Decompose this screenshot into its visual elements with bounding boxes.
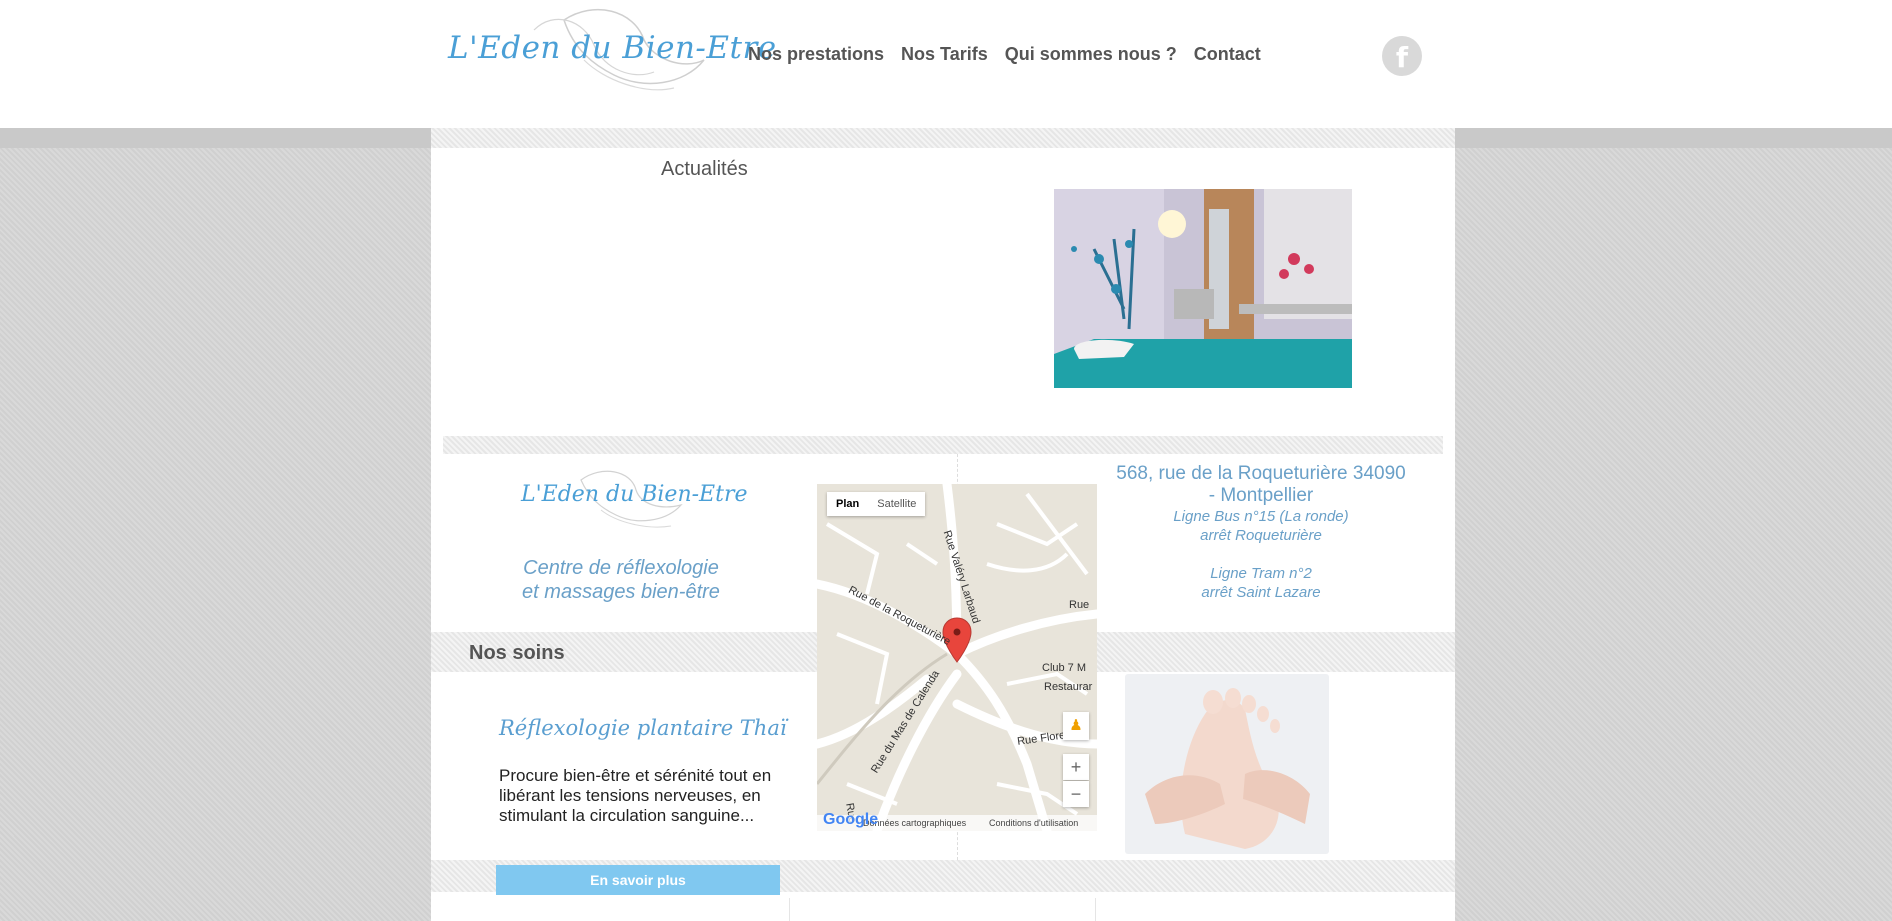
- soins-title: Nos soins: [469, 642, 565, 664]
- top-stripe: [431, 128, 1455, 148]
- tram-line: Ligne Tram n°2: [1210, 565, 1312, 582]
- footer-logo-text: L'Eden du Bien-Etre: [521, 482, 748, 507]
- divider: [1095, 898, 1096, 921]
- footer-logo: L'Eden du Bien-Etre: [521, 460, 748, 532]
- google-logo[interactable]: Google: [823, 811, 878, 829]
- nav-prestations[interactable]: Nos prestations: [748, 44, 884, 65]
- learn-more-button[interactable]: En savoir plus: [496, 865, 780, 895]
- map-poi-label: Restaurar: [1044, 681, 1093, 693]
- news-title: Actualités: [661, 158, 748, 180]
- bus-stop: arrêt Roqueturière: [1200, 527, 1322, 544]
- site-header: L'Eden du Bien-Etre Nos prestations Nos …: [0, 0, 1892, 128]
- facebook-icon[interactable]: f: [1382, 36, 1422, 76]
- google-map[interactable]: Rue Valéry Larbaud Rue de la Roqueturièr…: [817, 484, 1097, 831]
- zoom-in-button[interactable]: +: [1063, 754, 1089, 780]
- address-block: 568, rue de la Roqueturière 34090 - Mont…: [1111, 463, 1411, 602]
- map-tiles: [817, 484, 1097, 831]
- map-tab-satellite[interactable]: Satellite: [868, 492, 925, 516]
- map-type-tabs: Plan Satellite: [827, 492, 926, 516]
- map-poi-label: Club 7 M: [1042, 662, 1087, 674]
- bus-line: Ligne Bus n°15 (La ronde): [1173, 508, 1349, 525]
- zoom-out-button[interactable]: −: [1063, 781, 1089, 807]
- site-logo[interactable]: L'Eden du Bien-Etre: [444, 0, 776, 98]
- main-nav: Nos prestations Nos Tarifs Qui sommes no…: [748, 44, 1278, 65]
- nav-qui-sommes-nous[interactable]: Qui sommes nous ?: [1005, 44, 1177, 65]
- tagline: Centre de réflexologie et massages bien-…: [431, 556, 811, 604]
- tram-stop: arrêt Saint Lazare: [1201, 584, 1321, 601]
- divider: [789, 898, 790, 921]
- logo-text: L'Eden du Bien-Etre: [448, 30, 777, 66]
- tagline-line-2: et massages bien-être: [522, 581, 720, 603]
- map-data-link[interactable]: Données cartographiques: [863, 818, 966, 828]
- middle-stripe: [443, 436, 1443, 454]
- soin-description: Procure bien-être et sérénité tout en li…: [499, 766, 772, 825]
- map-tab-plan[interactable]: Plan: [827, 492, 868, 516]
- map-street-label: Rue: [1069, 599, 1090, 611]
- soin-title[interactable]: Réflexologie plantaire Thaï: [499, 716, 787, 740]
- foot-massage-photo: [1125, 674, 1329, 854]
- map-terms-link[interactable]: Conditions d'utilisation: [989, 818, 1078, 828]
- street-view-pegman-icon[interactable]: ♟: [1063, 712, 1089, 740]
- address-line-2: - Montpellier: [1208, 485, 1314, 506]
- address-line-1: 568, rue de la Roqueturière 34090: [1116, 463, 1406, 484]
- tagline-line-1: Centre de réflexologie: [523, 557, 719, 579]
- nav-tarifs[interactable]: Nos Tarifs: [901, 44, 988, 65]
- nav-contact[interactable]: Contact: [1194, 44, 1261, 65]
- spa-room-photo: [1054, 189, 1352, 388]
